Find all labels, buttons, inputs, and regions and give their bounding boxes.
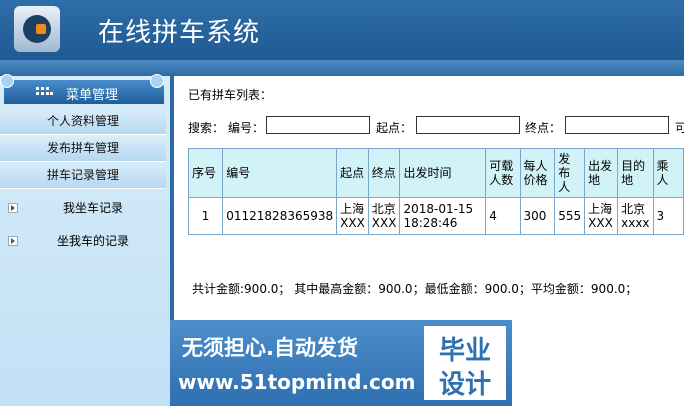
cell-capacity: 4 — [485, 197, 521, 235]
col-header: 序号 — [187, 148, 224, 198]
sidebar-link-label: 坐我车的记录 — [57, 234, 130, 248]
ad-badge-line2: 设计 — [438, 370, 491, 400]
carpool-table: 序号 编号 起点 终点 出发时间 可载人数 每人价格 发布人 出发地 目的地 乘… — [187, 148, 684, 235]
col-header: 出发时间 — [399, 148, 487, 198]
menu-header-left-knob — [0, 74, 14, 88]
search-number-label: 编号： — [228, 121, 265, 135]
sidebar-link-riders[interactable]: 坐我车的记录 — [6, 230, 166, 252]
search-from-label: 起点： — [376, 121, 413, 135]
cell-departure-time: 2018-01-15 18:28:46 — [399, 197, 487, 235]
cell-price: 300 — [519, 197, 556, 235]
col-header: 编号 — [222, 148, 338, 198]
arrow-right-icon — [8, 203, 18, 213]
app-title: 在线拼车系统 — [98, 18, 261, 48]
col-header: 目的地 — [617, 148, 654, 198]
sidebar-item-publish[interactable]: 发布拼车管理 — [0, 135, 166, 162]
search-number-input[interactable] — [266, 116, 370, 134]
cell-number: 01121828365938 — [222, 197, 338, 235]
table-row[interactable]: 1 01121828365938 上海XXX 北京XXX 2018-01-15 … — [187, 197, 684, 235]
arrow-right-icon — [8, 236, 18, 246]
cell-destination: 北京xxxx — [617, 197, 654, 235]
cell-from: 上海XXX — [336, 197, 369, 235]
sidebar-item-profile[interactable]: 个人资料管理 — [0, 108, 166, 135]
search-from-input[interactable] — [416, 116, 520, 134]
col-header: 终点 — [367, 148, 401, 198]
search-more-label: 可 — [675, 121, 684, 135]
table-header-row: 序号 编号 起点 终点 出发时间 可载人数 每人价格 发布人 出发地 目的地 乘… — [187, 148, 684, 198]
ad-badge-line1: 毕业 — [438, 336, 491, 366]
ad-banner[interactable]: 无须担心.自动发货 www.51topmind.com 毕业 设计 — [170, 320, 512, 406]
ad-url: www.51topmind.com — [178, 370, 416, 394]
ad-badge: 毕业 设计 — [424, 326, 506, 400]
search-label: 搜索： — [188, 121, 225, 135]
app-header: 在线拼车系统 — [0, 0, 684, 60]
cell-passengers: 3 — [652, 197, 684, 235]
menu-header[interactable]: 菜单管理 — [0, 74, 164, 104]
col-header: 可载人数 — [485, 148, 521, 198]
cell-origin: 上海XXX — [584, 197, 619, 235]
menu-header-right-knob — [150, 74, 164, 88]
summary-text: 共计金额:900.0； 其中最高金额：900.0；最低金额：900.0；平均金额… — [192, 282, 638, 296]
header-band — [0, 60, 684, 76]
col-header: 每人价格 — [519, 148, 556, 198]
cell-to: 北京XXX — [367, 197, 401, 235]
sidebar-link-my-rides[interactable]: 我坐车记录 — [6, 197, 166, 219]
cell-index: 1 — [187, 197, 224, 235]
app-logo — [14, 6, 60, 52]
search-to-input[interactable] — [565, 116, 669, 134]
menu-grid-icon — [36, 87, 53, 97]
sidebar-link-label: 我坐车记录 — [63, 201, 124, 215]
ad-slogan: 无须担心.自动发货 — [182, 336, 358, 360]
search-to-label: 终点： — [525, 121, 562, 135]
col-header: 发布人 — [554, 148, 586, 198]
menu-header-label: 菜单管理 — [66, 88, 119, 103]
col-header: 乘人 — [652, 148, 684, 198]
sidebar-item-records[interactable]: 拼车记录管理 — [0, 162, 166, 189]
cell-publisher: 555 — [554, 197, 586, 235]
col-header: 出发地 — [584, 148, 619, 198]
list-title: 已有拼车列表： — [188, 88, 273, 102]
col-header: 起点 — [336, 148, 369, 198]
